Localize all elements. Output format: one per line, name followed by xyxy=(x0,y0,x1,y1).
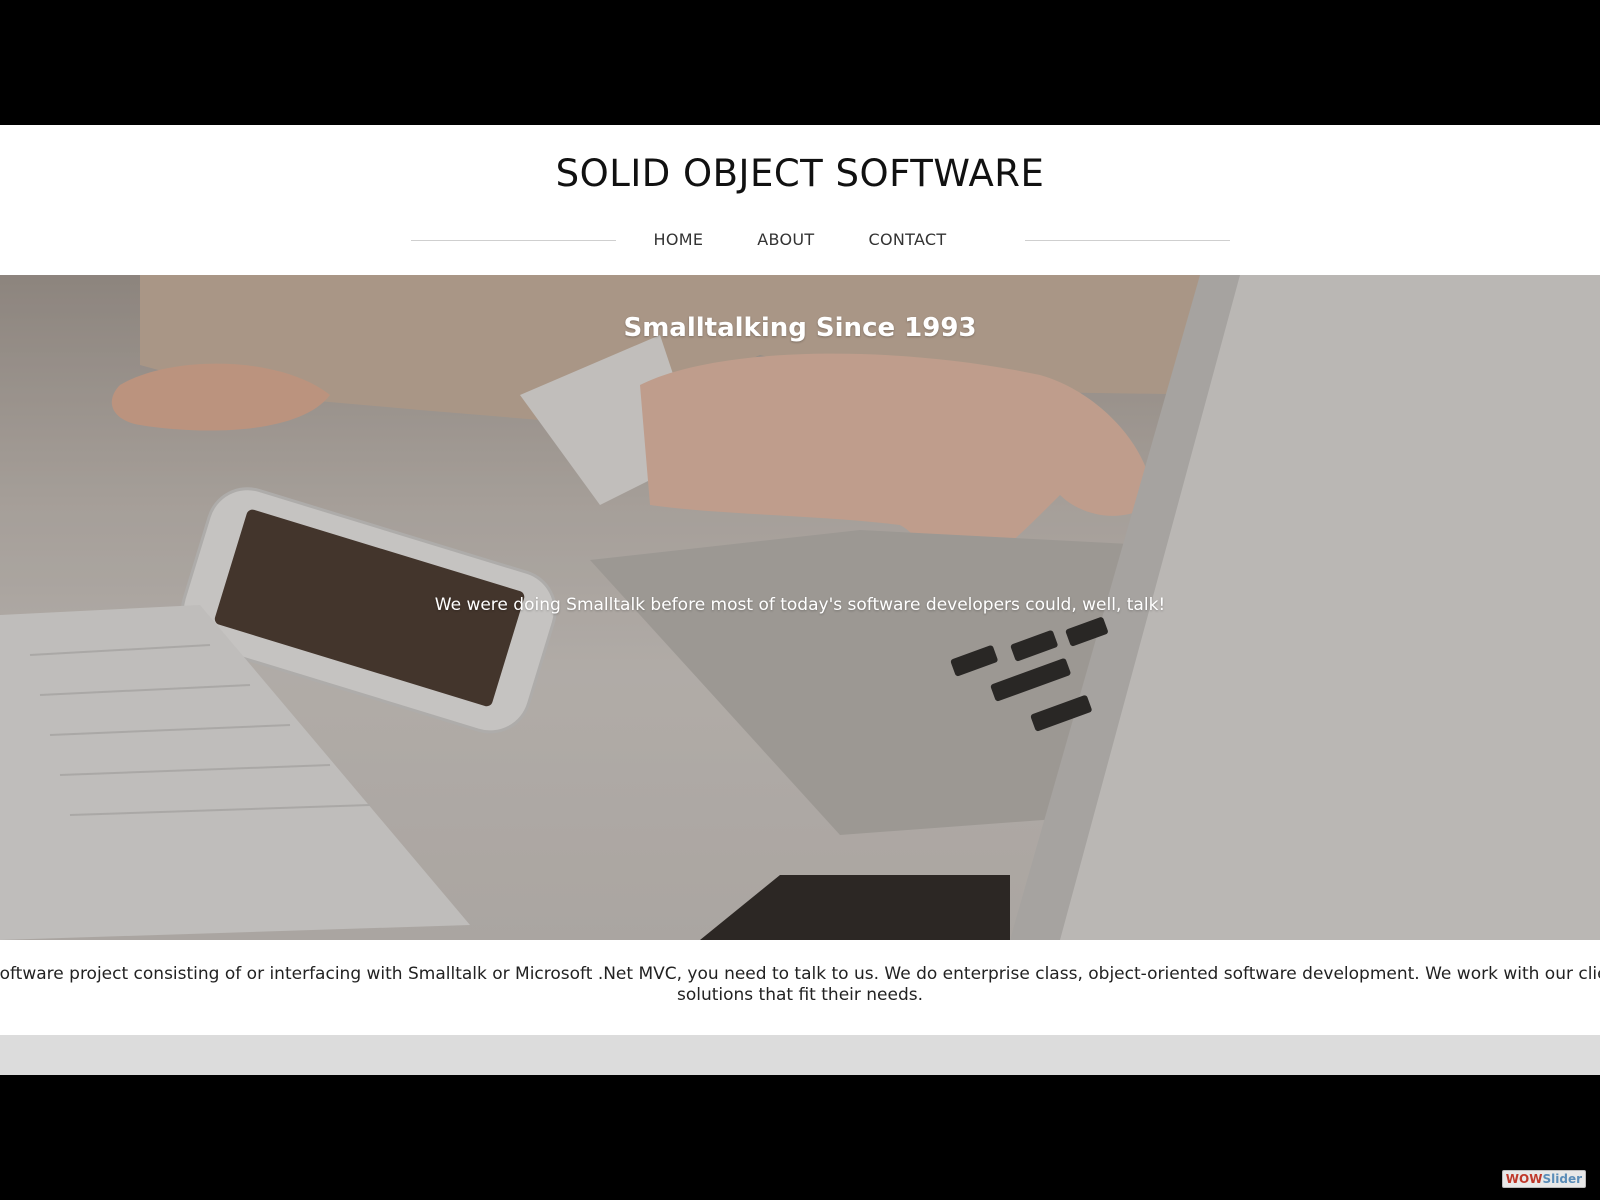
hero-title: Smalltalking Since 1993 xyxy=(623,313,977,343)
hero-slider: Smalltalking Since 1993 We were doing Sm… xyxy=(0,275,1600,940)
hero-subtitle: We were doing Smalltalk before most of t… xyxy=(434,595,1166,615)
site-title: SOLID OBJECT SOFTWARE xyxy=(555,152,1045,195)
nav-contact[interactable]: CONTACT xyxy=(841,228,973,252)
intro-section: a software project consisting of or inte… xyxy=(0,940,1600,1035)
top-black-band xyxy=(0,0,1600,125)
footer-strip xyxy=(0,1035,1600,1075)
intro-line-2: solutions that fit their needs. xyxy=(676,985,924,1005)
intro-text: a software project consisting of or inte… xyxy=(0,964,1600,1006)
badge-part-1: WOW xyxy=(1505,1172,1543,1186)
wowslider-badge[interactable]: WOWSlider xyxy=(1501,1170,1586,1188)
nav-home[interactable]: HOME xyxy=(627,228,731,252)
site-header: SOLID OBJECT SOFTWARE HOME ABOUT CONTACT xyxy=(0,125,1600,275)
main-nav: HOME ABOUT CONTACT xyxy=(0,228,1600,252)
badge-part-2: Slider xyxy=(1542,1172,1582,1186)
nav-about[interactable]: ABOUT xyxy=(730,228,841,252)
intro-line-1: a software project consisting of or inte… xyxy=(0,964,1600,984)
nav-divider-right xyxy=(1025,240,1230,241)
